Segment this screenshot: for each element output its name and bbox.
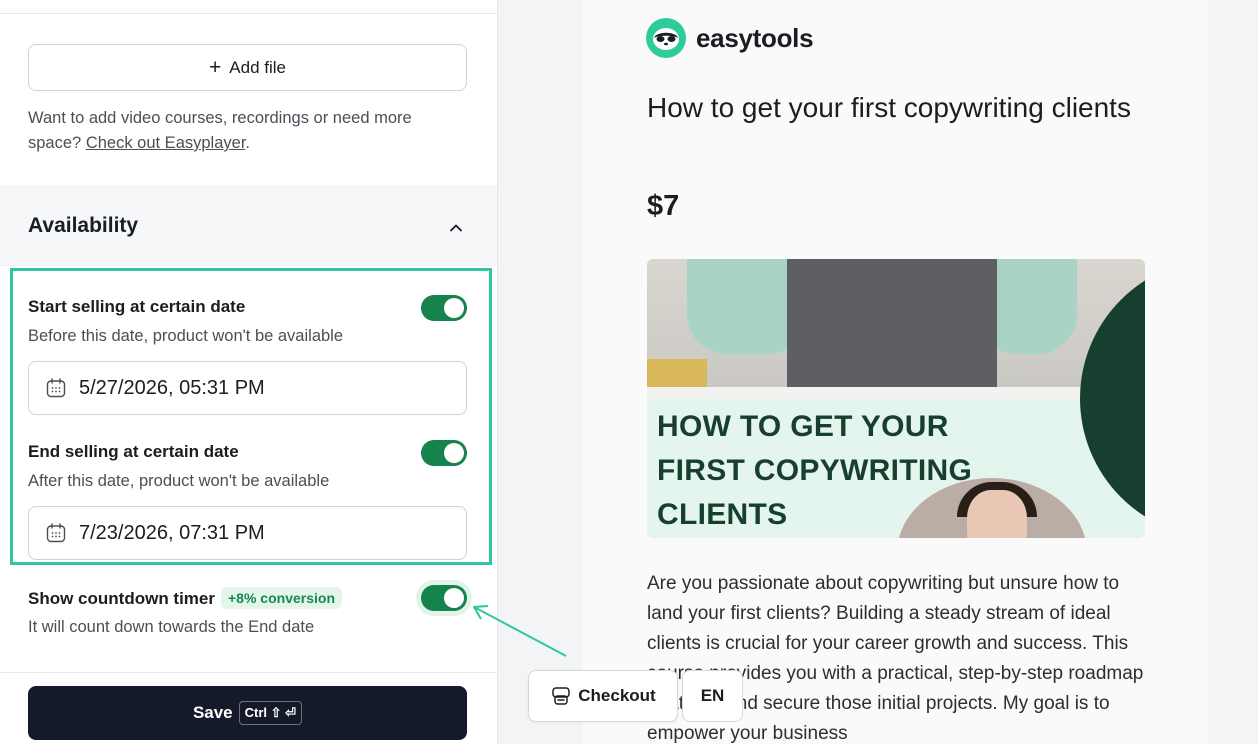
product-preview: easytools How to get your first copywrit… <box>583 0 1208 744</box>
start-date-input[interactable]: 5/27/2026, 05:31 PM <box>28 361 467 415</box>
start-selling-subtitle: Before this date, product won't be avail… <box>28 327 344 345</box>
countdown-toggle[interactable] <box>421 585 467 611</box>
sloth-logo-icon <box>646 18 686 58</box>
save-button[interactable]: Save Ctrl ⇧ ⏎ <box>28 686 467 740</box>
countdown-subtitle: It will count down towards the End date <box>28 618 315 636</box>
product-cover-image: HOW TO GET YOUR FIRST COPYWRITING CLIENT… <box>647 259 1145 538</box>
availability-section-header[interactable]: Availability <box>0 186 497 266</box>
easyplayer-info: Want to add video courses, recordings or… <box>28 109 412 152</box>
language-button[interactable]: EN <box>682 670 743 722</box>
end-date-value: 7/23/2026, 07:31 PM <box>79 521 265 544</box>
availability-title: Availability <box>28 214 139 237</box>
start-date-value: 5/27/2026, 05:31 PM <box>79 376 265 399</box>
annotation-arrow <box>473 605 567 657</box>
divider <box>0 672 497 673</box>
save-label: Save <box>192 703 233 722</box>
keyboard-shortcut: Ctrl ⇧ ⏎ <box>238 701 303 725</box>
easytools-logo: easytools <box>646 18 814 58</box>
start-selling-toggle[interactable] <box>421 295 467 321</box>
end-date-input[interactable]: 7/23/2026, 07:31 PM <box>28 506 467 560</box>
start-selling-title: Start selling at certain date <box>28 297 246 316</box>
add-file-label: Add file <box>229 57 286 77</box>
cover-heading: HOW TO GET YOUR FIRST COPYWRITING CLIENT… <box>657 410 973 531</box>
toggle-knob <box>444 443 464 463</box>
checkout-button[interactable]: Checkout <box>528 670 678 722</box>
countdown-title: Show countdown timer +8% conversion <box>28 587 342 609</box>
toggle-knob <box>444 588 464 608</box>
cover-photo <box>647 259 1145 399</box>
end-selling-title: End selling at certain date <box>28 442 239 461</box>
checkout-label: Checkout <box>578 686 656 705</box>
checkout-icon <box>552 687 571 705</box>
plus-icon: + <box>209 56 222 79</box>
add-file-button[interactable]: + Add file <box>28 44 467 91</box>
calendar-icon <box>46 523 66 543</box>
easyplayer-link[interactable]: Check out Easyplayer <box>86 134 246 152</box>
calendar-icon <box>46 378 66 398</box>
chevron-up-icon[interactable] <box>446 218 466 238</box>
divider <box>0 13 497 14</box>
end-selling-subtitle: After this date, product won't be availa… <box>28 472 330 490</box>
conversion-badge: +8% conversion <box>221 587 342 609</box>
product-title: How to get your first copywriting client… <box>647 92 1131 123</box>
end-selling-toggle[interactable] <box>421 440 467 466</box>
product-editor-panel: + Add file Want to add video courses, re… <box>0 0 498 744</box>
logo-text: easytools <box>696 22 814 53</box>
toggle-knob <box>444 298 464 318</box>
product-price: $7 <box>647 190 680 222</box>
